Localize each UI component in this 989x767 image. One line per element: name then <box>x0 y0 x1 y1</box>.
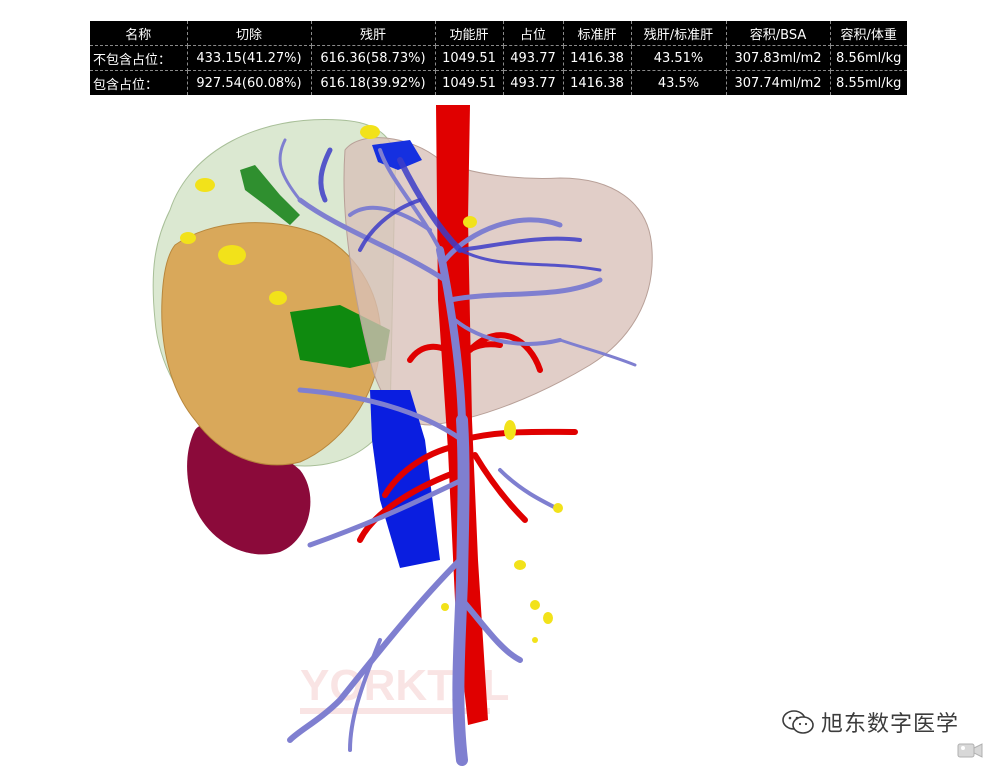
table-row: 包含占位： 927.54(60.08%) 616.18(39.92%) 1049… <box>90 70 907 95</box>
table-cell: 43.51% <box>631 45 727 71</box>
table-cell: 8.55ml/kg <box>836 75 902 91</box>
table-cell: 616.18(39.92%) <box>311 70 436 95</box>
row-label: 包含占位： <box>90 70 188 95</box>
right-lobe-transparent <box>343 137 653 426</box>
table-cell: 493.77 <box>503 45 564 71</box>
table-cell: 433.15(41.27%) <box>187 45 312 71</box>
header-lesion: 占位 <box>503 21 564 46</box>
table-cell: 1416.38 <box>563 70 632 95</box>
volume-stats-table: 名称 切除 残肝 功能肝 占位 标准肝 残肝/标准肝 容积/BSA 容积/体重 … <box>90 21 907 95</box>
table-cell: 493.77 <box>503 70 564 95</box>
table-cell: 307.74ml/m2 <box>726 70 831 95</box>
wechat-icon <box>782 710 814 734</box>
header-volume-bsa: 容积/BSA <box>726 21 831 46</box>
header-name: 名称 <box>90 21 188 46</box>
table-cell: 307.83ml/m2 <box>726 45 831 71</box>
header-resection: 切除 <box>187 21 312 46</box>
header-remnant-liver: 残肝 <box>311 21 436 46</box>
watermark-text: 旭东数字医学 <box>820 712 959 737</box>
table-cell: 43.5% <box>631 70 727 95</box>
row-label: 不包含占位： <box>90 45 188 71</box>
table-cell: 8.56ml/kg <box>830 45 907 71</box>
table-header-row: 名称 切除 残肝 功能肝 占位 标准肝 残肝/标准肝 容积/BSA 容积/体重 <box>90 21 907 46</box>
video-camera-icon <box>957 743 983 758</box>
table-cell: 927.54(60.08%) <box>187 70 312 95</box>
header-functional-liver: 功能肝 <box>435 21 504 46</box>
liver-3d-render: YORKTAL <box>152 105 653 766</box>
header-volume-weight: 容积/体重 <box>830 21 907 46</box>
table-row: 不包含占位： 433.15(41.27%) 616.36(58.73%) 104… <box>90 45 907 71</box>
header-standard-liver: 标准肝 <box>563 21 632 46</box>
header-remnant-standard-ratio: 残肝/标准肝 <box>631 21 727 46</box>
table-cell: 1049.51 <box>435 70 504 95</box>
table-cell: 1416.38 <box>563 45 632 71</box>
table-cell: 1049.51 <box>435 45 504 71</box>
table-cell: 616.36(58.73%) <box>311 45 436 71</box>
wechat-watermark: 旭东数字医学 <box>781 706 959 738</box>
